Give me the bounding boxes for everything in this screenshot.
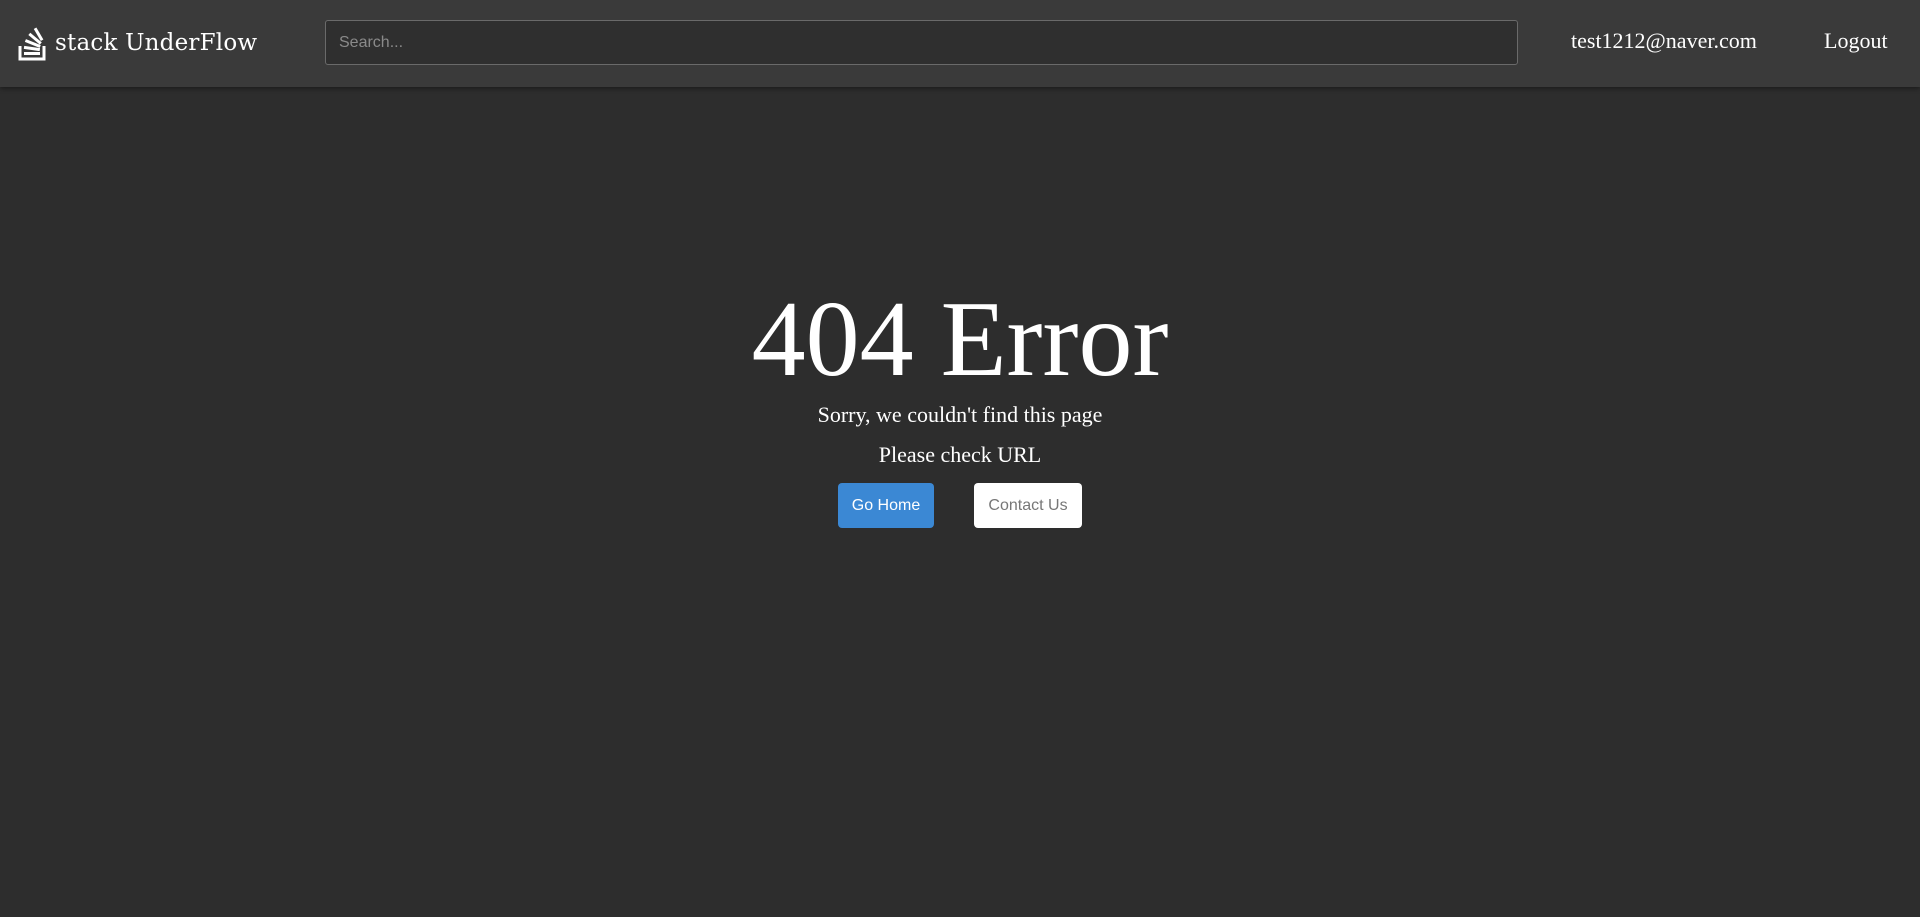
user-email[interactable]: test1212@naver.com — [1571, 28, 1757, 54]
search-input[interactable] — [325, 20, 1518, 65]
logo-link[interactable]: stack UnderFlow — [18, 24, 257, 62]
error-title: 404 Error — [751, 280, 1169, 399]
logout-link[interactable]: Logout — [1824, 28, 1888, 54]
logo-text: stack UnderFlow — [55, 30, 258, 56]
action-buttons: Go Home Contact Us — [0, 483, 1920, 528]
error-content: 404 Error Sorry, we couldn't find this p… — [0, 280, 1920, 528]
contact-us-button[interactable]: Contact Us — [974, 483, 1082, 528]
go-home-button[interactable]: Go Home — [838, 483, 934, 528]
error-hint: Please check URL — [878, 442, 1042, 467]
error-message: Sorry, we couldn't find this page — [817, 402, 1103, 427]
stack-logo-icon — [18, 27, 46, 61]
top-navbar: stack UnderFlow test1212@naver.com Logou… — [0, 0, 1920, 87]
